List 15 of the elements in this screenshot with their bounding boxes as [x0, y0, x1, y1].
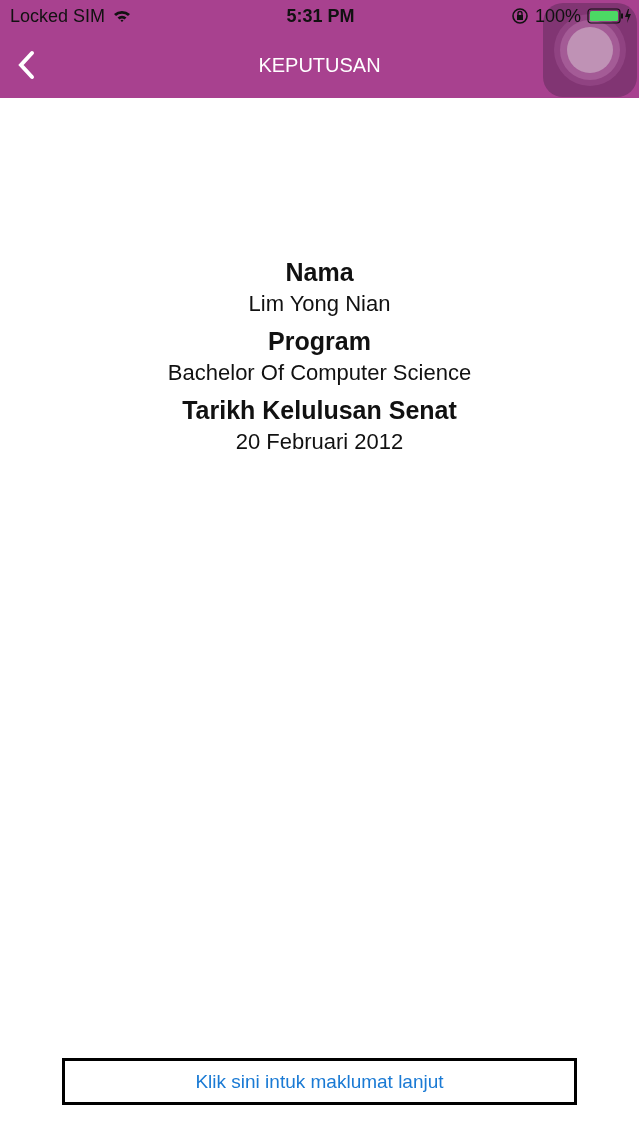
wifi-icon [113, 9, 132, 23]
page-title: KEPUTUSAN [258, 53, 381, 77]
field-label: Nama [285, 258, 354, 287]
field-value: Bachelor Of Computer Science [167, 360, 472, 386]
rotation-lock-icon [510, 7, 529, 25]
field-label: Program [268, 327, 371, 356]
more-info-button[interactable]: Klik sini intuk maklumat lanjut [62, 1058, 577, 1105]
battery-icon [587, 7, 631, 25]
field-label: Tarikh Kelulusan Senat [182, 396, 457, 425]
battery-percent: 100% [534, 5, 581, 27]
status-time: 5:31 PM [286, 5, 355, 27]
field-value: 20 Februari 2012 [235, 429, 404, 455]
carrier-text: Locked SIM [10, 5, 106, 27]
field-value: Lim Yong Nian [248, 291, 391, 317]
chevron-left-icon [16, 50, 36, 80]
